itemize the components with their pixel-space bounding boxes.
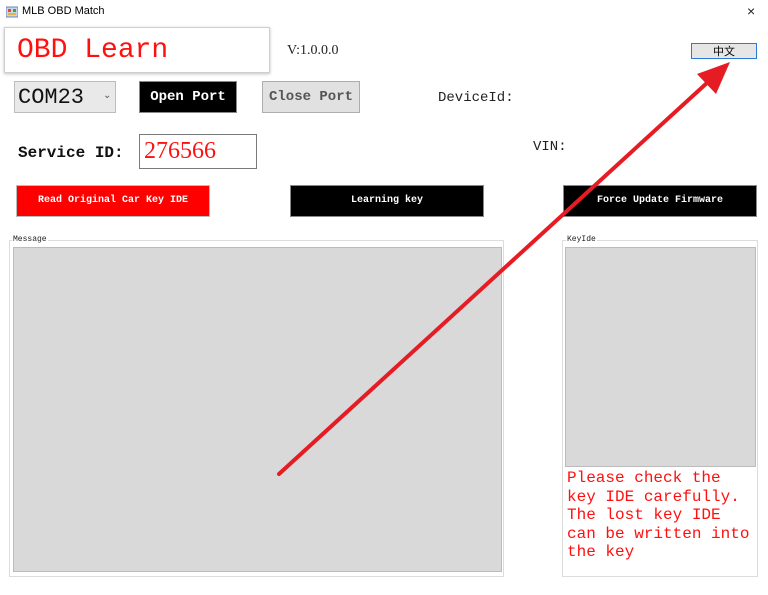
app-name-box: OBD Learn [4,27,270,73]
read-original-key-button[interactable]: Read Original Car Key IDE [16,185,210,217]
language-button[interactable]: 中文 [691,43,757,59]
message-textarea[interactable] [13,247,502,572]
annotation-note: Please check the key IDE carefully. The … [567,469,750,561]
device-id-label: DeviceId: [438,90,514,106]
version-label: V:1.0.0.0 [287,43,339,58]
annotation-arrow-head [697,62,730,94]
app-name: OBD Learn [17,35,169,66]
open-port-button[interactable]: Open Port [139,81,237,113]
app-icon [6,6,18,18]
close-port-button[interactable]: Close Port [262,81,360,113]
vin-label: VIN: [533,139,567,155]
learning-key-button[interactable]: Learning key [290,185,484,217]
close-icon[interactable]: × [747,3,755,19]
port-select[interactable]: COM23 ⌄ [14,81,116,113]
service-id-label: Service ID: [18,144,124,162]
force-update-firmware-button[interactable]: Force Update Firmware [563,185,757,217]
keyide-group-label: KeyIde [566,235,597,244]
keyide-textarea[interactable] [565,247,756,467]
message-group-label: Message [12,235,48,244]
service-id-input[interactable]: 276566 [139,134,257,169]
window-title: MLB OBD Match [22,5,105,17]
title-bar: MLB OBD Match × [0,0,768,24]
port-select-value: COM23 [18,85,85,110]
chevron-down-icon[interactable]: ⌄ [103,90,111,101]
